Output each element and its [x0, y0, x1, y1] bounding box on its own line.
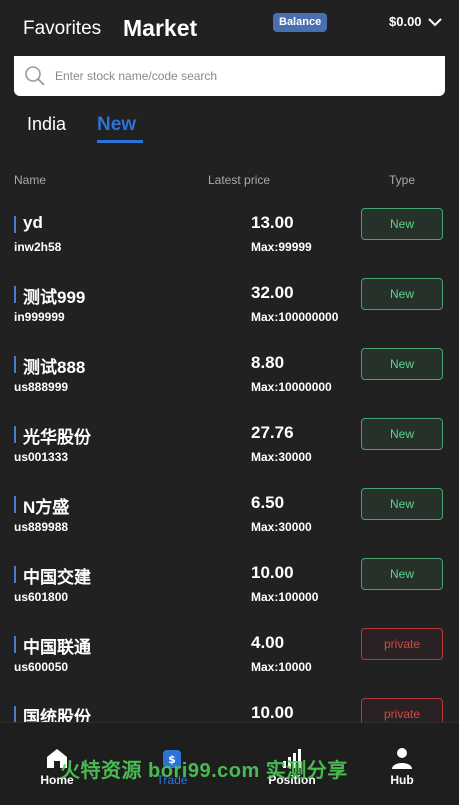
- stock-price: 32.00: [251, 283, 294, 302]
- tab-market[interactable]: Market: [123, 15, 197, 42]
- nav-hub-label: Hub: [390, 773, 414, 787]
- stock-max: Max:30000: [251, 520, 312, 534]
- chevron-down-icon[interactable]: [428, 17, 442, 27]
- stock-max: Max:30000: [251, 450, 312, 464]
- stock-price: 13.00: [251, 213, 294, 232]
- search-bar[interactable]: [14, 56, 445, 96]
- stock-code: inw2h58: [14, 240, 62, 254]
- column-header-name: Name: [14, 173, 47, 187]
- stock-code: us888999: [14, 380, 69, 394]
- search-icon: [25, 66, 45, 86]
- column-header-price: Latest price: [208, 173, 271, 187]
- stock-name: 光华股份: [23, 428, 91, 447]
- row-accent-bar: [14, 356, 16, 373]
- user-icon: [392, 748, 412, 769]
- balance-badge: Balance: [273, 13, 328, 32]
- row-accent-bar: [14, 286, 16, 303]
- stock-price: 4.00: [251, 633, 285, 652]
- type-badge-button[interactable]: New: [361, 558, 443, 590]
- stock-max: Max:10000000: [251, 380, 332, 394]
- balance-amount[interactable]: $0.00: [389, 14, 422, 29]
- search-input[interactable]: [55, 64, 435, 88]
- stock-name: 中国交建: [23, 568, 91, 587]
- stock-row[interactable]: 测试888 us888999 8.80 Max:10000000 New: [0, 345, 459, 415]
- row-accent-bar: [14, 496, 16, 513]
- row-accent-bar: [14, 566, 16, 583]
- stock-code: us889988: [14, 520, 69, 534]
- row-accent-bar: [14, 426, 16, 443]
- type-badge-button[interactable]: New: [361, 208, 443, 240]
- tab-favorites[interactable]: Favorites: [23, 18, 101, 40]
- stock-row[interactable]: N方盛 us889988 6.50 Max:30000 New: [0, 485, 459, 555]
- stock-name: 测试888: [23, 358, 86, 377]
- watermark-text: 火特资源 bori99.com 实测分享: [60, 760, 348, 782]
- stock-max: Max:10000: [251, 660, 312, 674]
- column-header-type: Type: [389, 173, 416, 187]
- stock-max: Max:100000: [251, 590, 319, 604]
- subtab-india[interactable]: India: [27, 114, 66, 135]
- stock-price: 10.00: [251, 703, 294, 722]
- stock-price: 6.50: [251, 493, 285, 512]
- stock-name: N方盛: [23, 498, 70, 517]
- stock-price: 10.00: [251, 563, 294, 582]
- type-badge-button[interactable]: New: [361, 418, 443, 450]
- active-tab-indicator: [97, 140, 143, 143]
- type-badge-button[interactable]: New: [361, 348, 443, 380]
- subtab-new[interactable]: New: [97, 114, 136, 136]
- stock-code: us001333: [14, 450, 69, 464]
- stock-row[interactable]: 中国交建 us601800 10.00 Max:100000 New: [0, 555, 459, 625]
- stock-row[interactable]: 光华股份 us001333 27.76 Max:30000 New: [0, 415, 459, 485]
- stock-row[interactable]: 测试999 in999999 32.00 Max:100000000 New: [0, 275, 459, 345]
- stock-max: Max:99999: [251, 240, 312, 254]
- row-accent-bar: [14, 216, 16, 233]
- stock-code: us600050: [14, 660, 69, 674]
- stock-name: 中国联通: [23, 638, 91, 657]
- stock-max: Max:100000000: [251, 310, 339, 324]
- type-badge-button[interactable]: New: [361, 278, 443, 310]
- stock-row[interactable]: yd inw2h58 13.00 Max:99999 New: [0, 205, 459, 275]
- stock-row[interactable]: 中国联通 us600050 4.00 Max:10000 private: [0, 625, 459, 695]
- type-badge-button[interactable]: private: [361, 628, 443, 660]
- stock-name: yd: [23, 213, 43, 232]
- stock-name: 测试999: [23, 288, 86, 307]
- row-accent-bar: [14, 636, 16, 653]
- top-header: Favorites Market Balance $0.00: [0, 0, 459, 56]
- row-accent-bar: [14, 706, 16, 723]
- stock-code: us601800: [14, 590, 69, 604]
- stock-code: in999999: [14, 310, 65, 324]
- stock-price: 8.80: [251, 353, 285, 372]
- stock-price: 27.76: [251, 423, 294, 442]
- type-badge-button[interactable]: New: [361, 488, 443, 520]
- nav-hub[interactable]: Hub: [362, 723, 442, 805]
